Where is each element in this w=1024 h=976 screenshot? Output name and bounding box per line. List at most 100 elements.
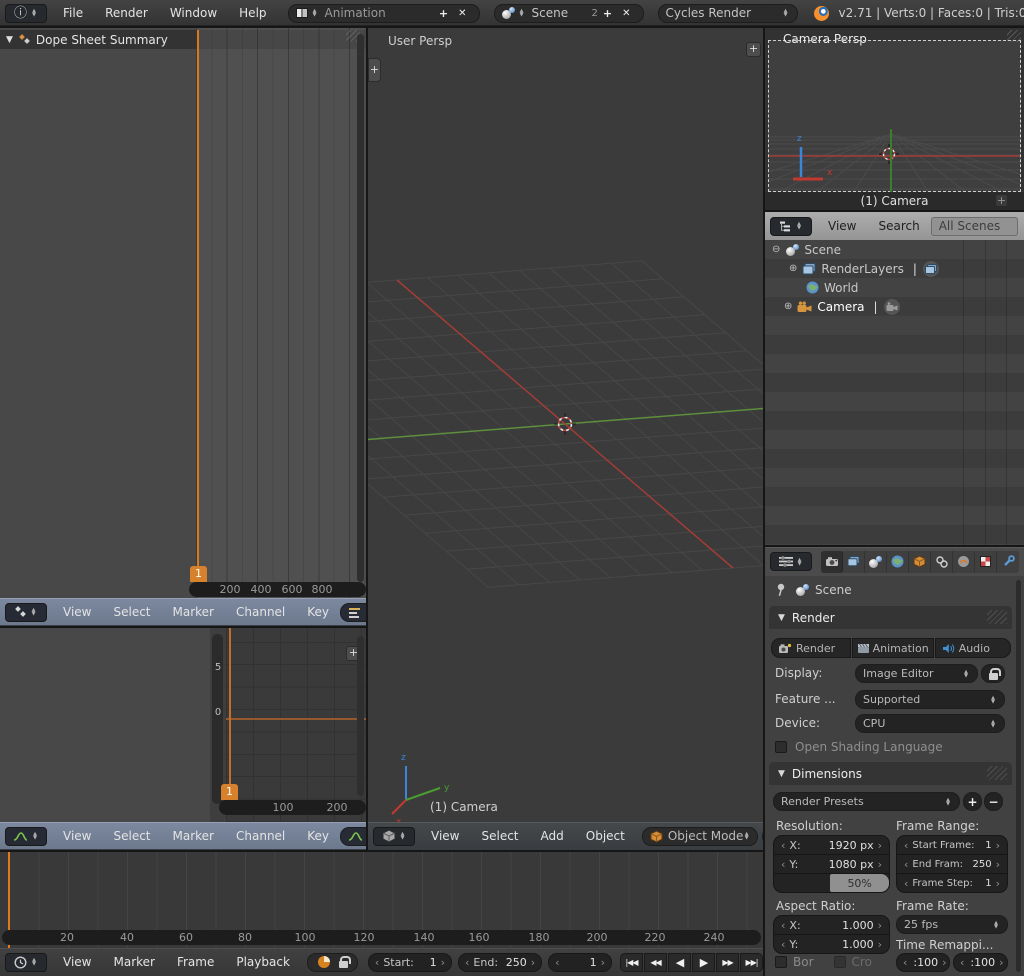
graph-content[interactable]: 5 0 + 1 100 200 [0, 628, 366, 822]
scene-selector[interactable]: Scene 2 + ✕ [494, 4, 644, 23]
play-button[interactable]: ▶ [692, 953, 715, 972]
tree-item-label[interactable]: World [824, 281, 858, 295]
graph-mode-selector[interactable]: F-Curve [340, 827, 366, 846]
audio-button[interactable]: Audio [935, 638, 1011, 658]
feature-set-dropdown[interactable]: Supported [855, 690, 1005, 709]
tree-item-label[interactable]: Camera [817, 300, 864, 314]
dope-summary-row[interactable]: ▼ Dope Sheet Summary [0, 30, 196, 49]
menu-select[interactable]: Select [102, 605, 161, 619]
display-dropdown[interactable]: Image Editor [855, 664, 978, 683]
frame-step-field[interactable]: Frame Step: 1 [897, 874, 1007, 892]
aspect-x-field[interactable]: X: 1.000 [774, 916, 889, 934]
start-frame-field[interactable]: Start Frame: 1 [897, 836, 1007, 854]
graph-right-scrollbar[interactable] [357, 636, 364, 796]
dope-channel-region[interactable] [0, 28, 196, 598]
frame-rate-dropdown[interactable]: 25 fps [896, 915, 1008, 934]
menu-key[interactable]: Key [296, 605, 340, 619]
tab-data[interactable] [997, 551, 1019, 573]
tab-physics[interactable] [953, 551, 975, 573]
tree-row-world[interactable]: World [765, 278, 1024, 297]
render-presets-dropdown[interactable]: Render Presets [773, 792, 960, 811]
menu-view[interactable]: View [420, 829, 470, 843]
tree-row-camera[interactable]: ⊕ Camera | [765, 297, 1024, 316]
menu-help[interactable]: Help [228, 6, 277, 20]
scene-name[interactable]: Scene [532, 6, 592, 20]
corner-grip[interactable] [1007, 30, 1021, 42]
render-panel-header[interactable]: ▼ Render [769, 606, 1012, 629]
render-button[interactable]: Render [771, 638, 851, 658]
editor-type-button-properties[interactable] [770, 552, 812, 571]
graph-channel-region[interactable] [0, 628, 210, 822]
dope-key-region[interactable] [196, 28, 366, 598]
pin-icon[interactable] [775, 583, 787, 597]
menu-select[interactable]: Select [102, 829, 161, 843]
menu-marker[interactable]: Marker [162, 829, 225, 843]
tab-render-layers[interactable] [843, 551, 865, 573]
menu-key[interactable]: Key [296, 829, 340, 843]
time-sync-icon[interactable] [317, 955, 331, 969]
collapse-closed-icon[interactable]: ⊕ [789, 263, 797, 274]
collapse-closed-icon[interactable]: ⊕ [784, 301, 792, 312]
dope-vertical-scrollbar[interactable] [357, 34, 364, 582]
camview-expand-button[interactable]: + [995, 194, 1008, 207]
panel-collapse-icon[interactable]: ▼ [778, 769, 785, 779]
graph-frame-scrubber[interactable]: 100 200 [219, 800, 366, 815]
menu-marker[interactable]: Marker [102, 955, 165, 969]
interaction-mode-selector[interactable]: Object Mode [642, 827, 758, 846]
render-engine-selector[interactable]: Cycles Render [658, 4, 798, 23]
menu-render[interactable]: Render [94, 6, 159, 20]
menu-channel[interactable]: Channel [225, 605, 296, 619]
border-checkbox[interactable] [775, 956, 787, 968]
current-frame-field[interactable]: 1 [548, 953, 612, 972]
menu-file[interactable]: File [52, 6, 94, 20]
tab-texture[interactable] [975, 551, 997, 573]
delete-scene-button[interactable]: ✕ [617, 8, 635, 19]
tree-item-label[interactable]: Scene [804, 243, 841, 257]
device-dropdown[interactable]: CPU [855, 714, 1005, 733]
aspect-y-field[interactable]: Y: 1.000 [774, 935, 889, 953]
collapse-open-icon[interactable]: ⊖ [772, 244, 780, 255]
display-lock-button[interactable] [981, 664, 1005, 683]
tree-row-scene[interactable]: ⊖ Scene [765, 240, 1024, 259]
menu-view[interactable]: View [52, 605, 102, 619]
editor-type-button-dope[interactable] [5, 603, 47, 622]
screen-layout-name[interactable]: Animation [325, 6, 434, 20]
lock-icon[interactable] [339, 956, 348, 968]
add-scene-button[interactable]: + [598, 7, 617, 20]
render-layers-data-icon[interactable] [923, 261, 939, 277]
end-frame-field[interactable]: End Fram: 250 [897, 855, 1007, 873]
prev-keyframe-button[interactable]: ◀◀ [644, 953, 667, 972]
editor-type-button-info[interactable]: ⓘ [5, 4, 47, 23]
play-reverse-button[interactable]: ◀ [668, 953, 691, 972]
graph-curve-area[interactable] [226, 628, 366, 822]
collapse-triangle-icon[interactable]: ▼ [6, 35, 13, 45]
time-remap-old-field[interactable]: :100 [896, 953, 950, 972]
crop-checkbox[interactable] [834, 956, 846, 968]
menu-add[interactable]: Add [530, 829, 575, 843]
menu-frame[interactable]: Frame [166, 955, 225, 969]
resolution-scale-slider[interactable]: 50% [830, 874, 889, 892]
end-frame-field[interactable]: End: 250 [458, 953, 542, 972]
start-frame-field[interactable]: Start: 1 [368, 953, 452, 972]
timeline-frame-scrubber[interactable]: 20 40 60 80 100 120 140 160 180 200 220 … [2, 930, 761, 945]
viewport-content[interactable]: User Persp + + z y x (1) Camera [368, 28, 763, 822]
dope-frame-scrubber[interactable]: 200 400 600 800 [189, 582, 366, 597]
tree-row-renderlayers[interactable]: ⊕ RenderLayers | [765, 259, 1024, 278]
camera-preview[interactable]: z x Camera Persp (1) Camera + [765, 28, 1024, 210]
tab-constraints[interactable] [931, 551, 953, 573]
add-preset-button[interactable]: + [963, 792, 982, 811]
menu-view[interactable]: View [817, 219, 867, 233]
menu-window[interactable]: Window [159, 6, 228, 20]
camera-data-icon[interactable] [884, 299, 900, 315]
editor-type-button-3d[interactable] [373, 827, 415, 846]
tab-world[interactable] [887, 551, 909, 573]
jump-to-end-button[interactable]: ▶▶| [740, 953, 763, 972]
resolution-x-field[interactable]: X: 1920 px [774, 836, 889, 854]
graph-current-frame-line[interactable] [229, 628, 231, 800]
tree-item-label[interactable]: RenderLayers [821, 262, 903, 276]
delete-layout-button[interactable]: ✕ [453, 8, 471, 19]
graph-value-scrollbar[interactable] [212, 634, 223, 804]
tab-scene[interactable] [865, 551, 887, 573]
animation-button[interactable]: Animation [852, 638, 934, 658]
next-keyframe-button[interactable]: ▶▶ [716, 953, 739, 972]
